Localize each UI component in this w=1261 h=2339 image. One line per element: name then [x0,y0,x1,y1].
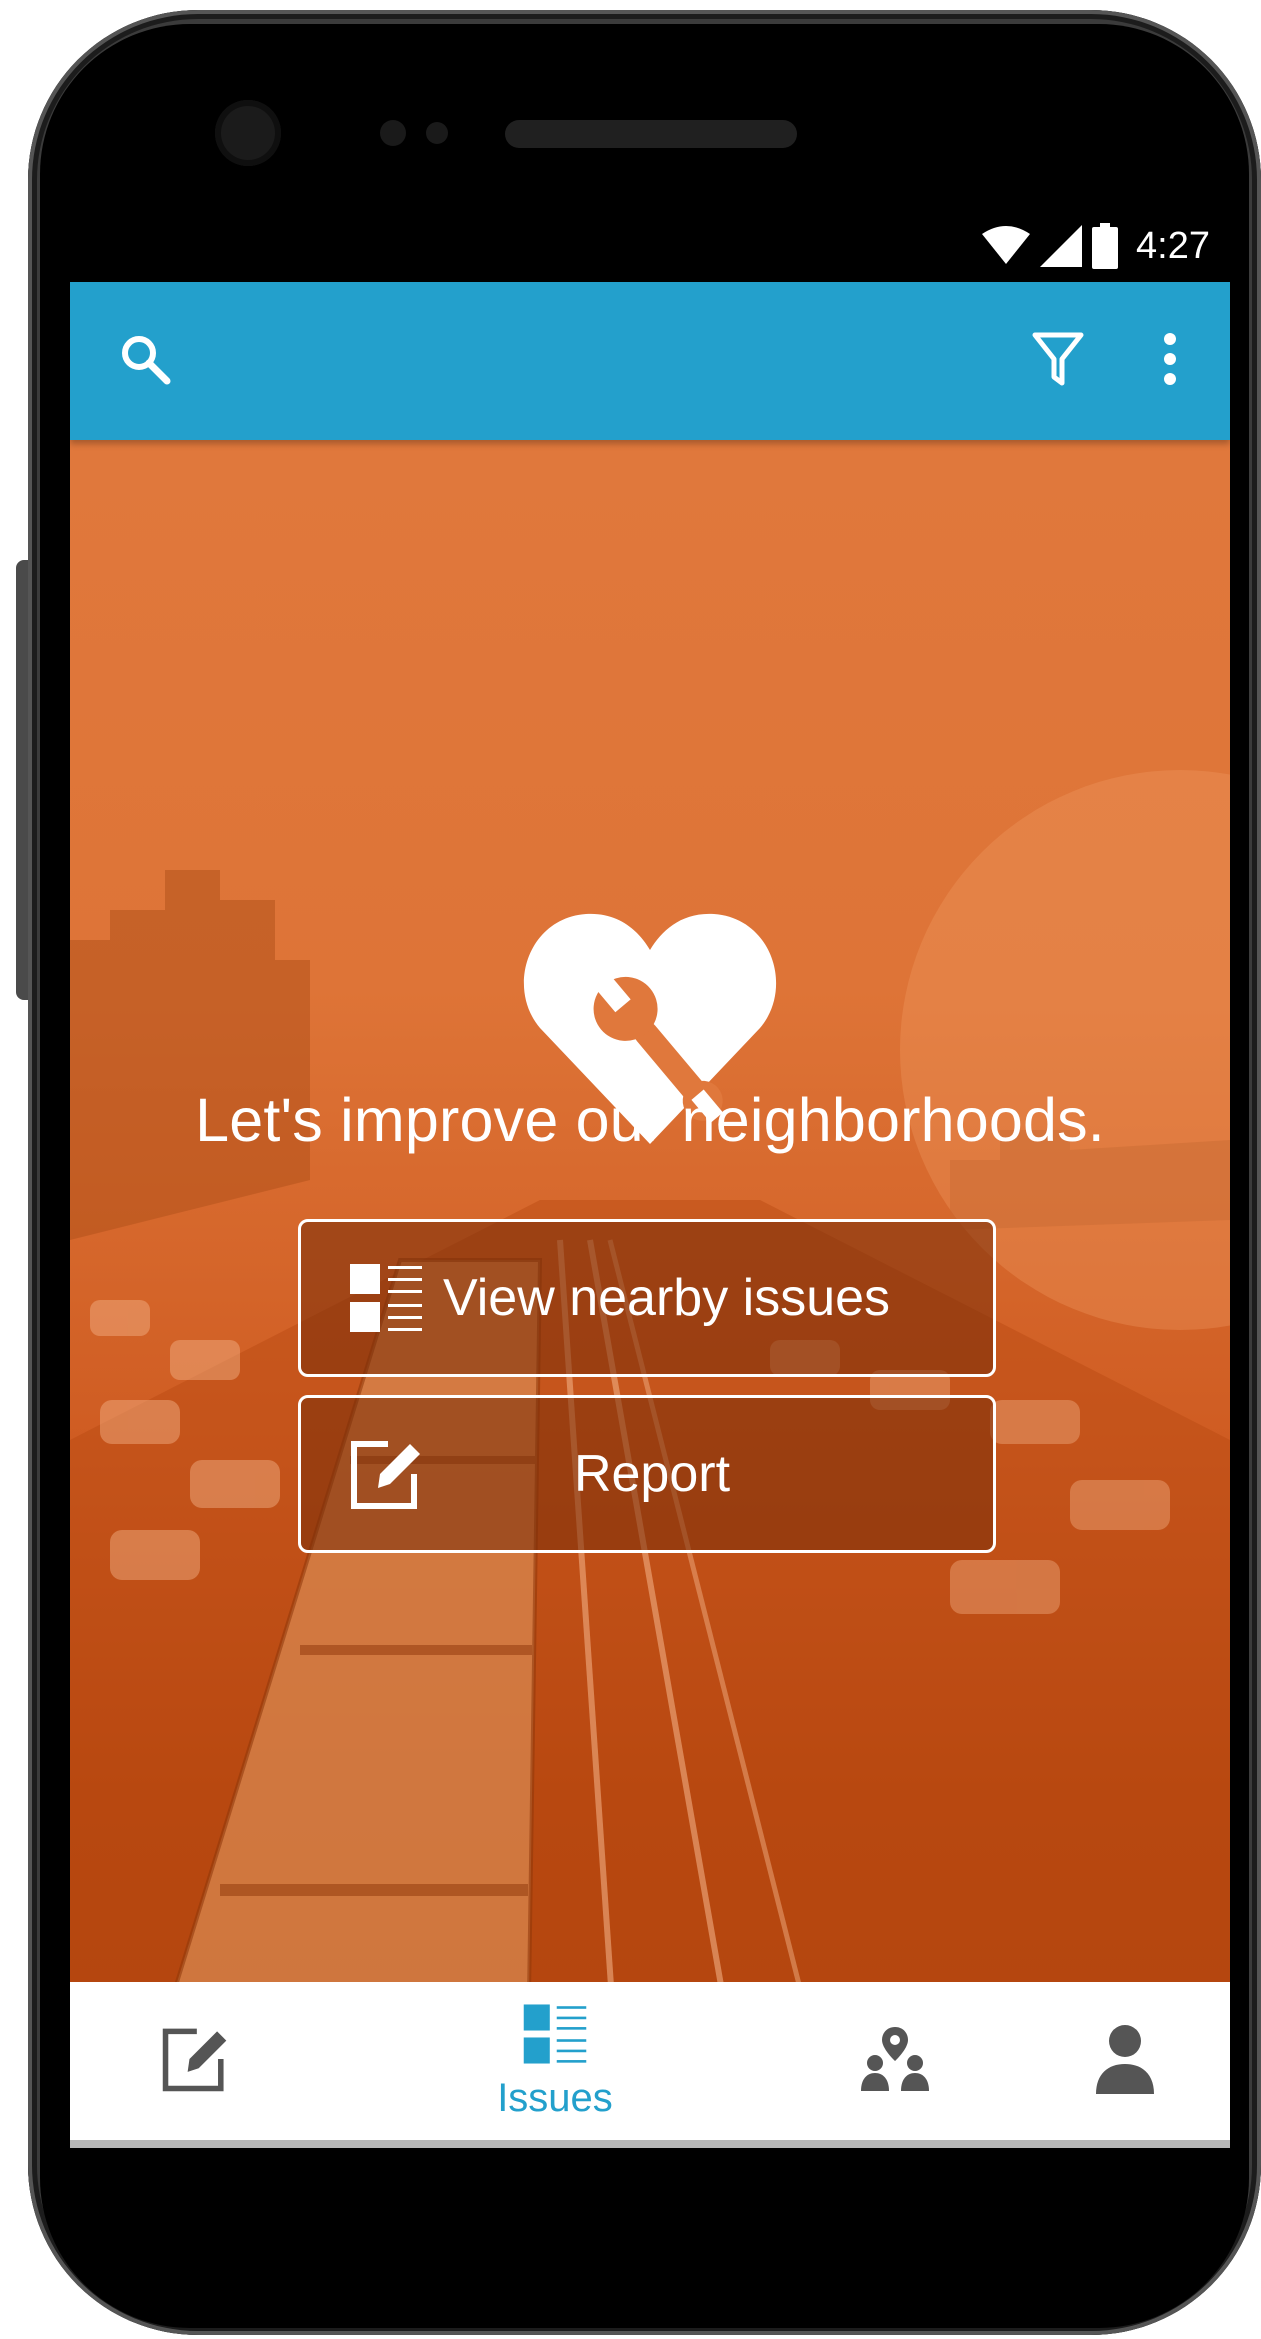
app-bar [70,282,1230,440]
filter-button[interactable] [1018,282,1098,440]
view-nearby-issues-button[interactable]: View nearby issues [298,1219,996,1377]
hero-section: Let's improve our neighborhoods. View ne… [70,440,1230,2148]
more-vert-icon [1162,332,1178,391]
front-camera [215,100,281,166]
search-button[interactable] [110,282,180,440]
filter-icon [1032,331,1084,392]
edit-icon [160,2024,230,2099]
person-icon [1094,2024,1156,2099]
overflow-menu-button[interactable] [1140,282,1200,440]
bottom-navigation: Issues [70,1982,1230,2148]
report-button[interactable]: Report [298,1395,996,1553]
report-label: Report [573,1445,731,1503]
earpiece-speaker [505,120,797,148]
list-icon [522,2001,588,2072]
view-nearby-issues-label: View nearby issues [443,1269,891,1327]
status-time: 4:27 [1136,224,1210,267]
nav-label-issues: Issues [497,2076,613,2120]
nav-item-profile[interactable] [1060,1982,1190,2140]
nav-item-community[interactable] [830,1982,960,2140]
list-icon [345,1257,427,1339]
search-icon [119,333,171,390]
signal-icon [1040,225,1083,267]
nav-item-issues[interactable]: Issues [460,1982,650,2140]
nav-item-compose[interactable] [130,1982,260,2140]
light-sensor [426,122,448,144]
hero-tagline: Let's improve our neighborhoods. [195,1086,1105,1154]
status-bar: 4:27 [70,210,1230,282]
battery-icon [1092,223,1119,269]
proximity-sensor [380,120,406,146]
wifi-icon [982,226,1031,266]
community-icon [859,2023,931,2100]
app-screen: Let's improve our neighborhoods. View ne… [70,282,1230,2148]
